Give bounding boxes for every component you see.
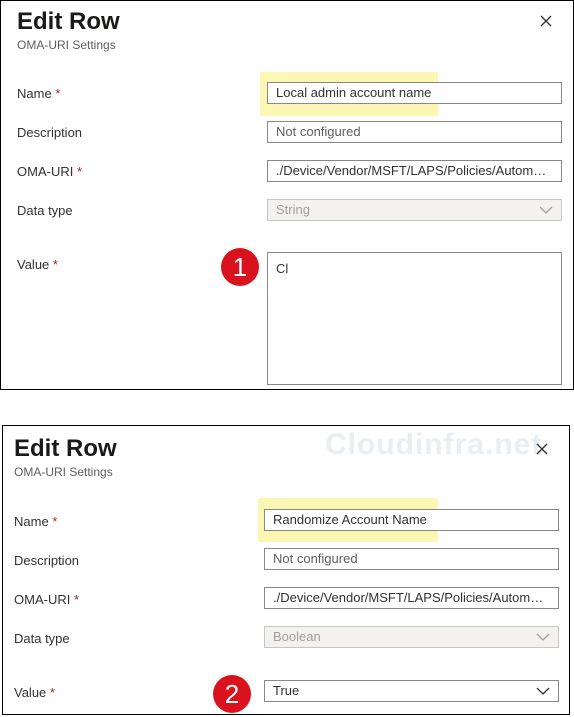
panel-title: Edit Row xyxy=(14,435,117,462)
description-field[interactable]: Not configured xyxy=(267,121,562,143)
datatype-dropdown[interactable]: String xyxy=(267,199,562,221)
name-field[interactable]: Local admin account name xyxy=(267,82,562,104)
name-field[interactable]: Randomize Account Name xyxy=(264,509,559,531)
panel-subtitle: OMA-URI Settings xyxy=(14,465,113,479)
omauri-label: OMA-URI * xyxy=(14,592,80,607)
panel-title: Edit Row xyxy=(17,8,120,35)
omauri-label: OMA-URI * xyxy=(17,164,83,179)
step-badge-2: 2 xyxy=(213,675,251,713)
value-textarea[interactable]: Cl xyxy=(267,252,562,385)
value-selected: True xyxy=(273,683,300,698)
panel-subtitle: OMA-URI Settings xyxy=(17,38,116,52)
step-badge-1: 1 xyxy=(221,248,259,286)
chevron-down-icon xyxy=(536,687,550,695)
close-icon[interactable] xyxy=(538,13,554,29)
description-field[interactable]: Not configured xyxy=(264,548,559,570)
close-icon[interactable] xyxy=(534,441,550,457)
chevron-down-icon xyxy=(539,206,553,214)
datatype-label: Data type xyxy=(14,631,70,646)
name-label: Name * xyxy=(14,514,58,529)
value-label: Value * xyxy=(17,257,58,272)
edit-row-panel-1: Edit Row OMA-URI Settings Name * Local a… xyxy=(0,0,574,390)
chevron-down-icon xyxy=(536,633,550,641)
value-label: Value * xyxy=(14,685,55,700)
description-label: Description xyxy=(17,125,83,140)
datatype-value: Boolean xyxy=(273,629,321,644)
description-label: Description xyxy=(14,553,80,568)
datatype-value: String xyxy=(276,202,310,217)
datatype-label: Data type xyxy=(17,203,73,218)
omauri-field[interactable]: ./Device/Vendor/MSFT/LAPS/Policies/Autom… xyxy=(267,160,562,182)
datatype-dropdown[interactable]: Boolean xyxy=(264,626,559,648)
name-label: Name * xyxy=(17,86,61,101)
watermark: Cloudinfra.net xyxy=(325,428,543,461)
edit-row-panel-2: Cloudinfra.net Edit Row OMA-URI Settings… xyxy=(2,425,570,715)
value-dropdown[interactable]: True xyxy=(264,680,559,702)
omauri-field[interactable]: ./Device/Vendor/MSFT/LAPS/Policies/Autom… xyxy=(264,587,559,609)
